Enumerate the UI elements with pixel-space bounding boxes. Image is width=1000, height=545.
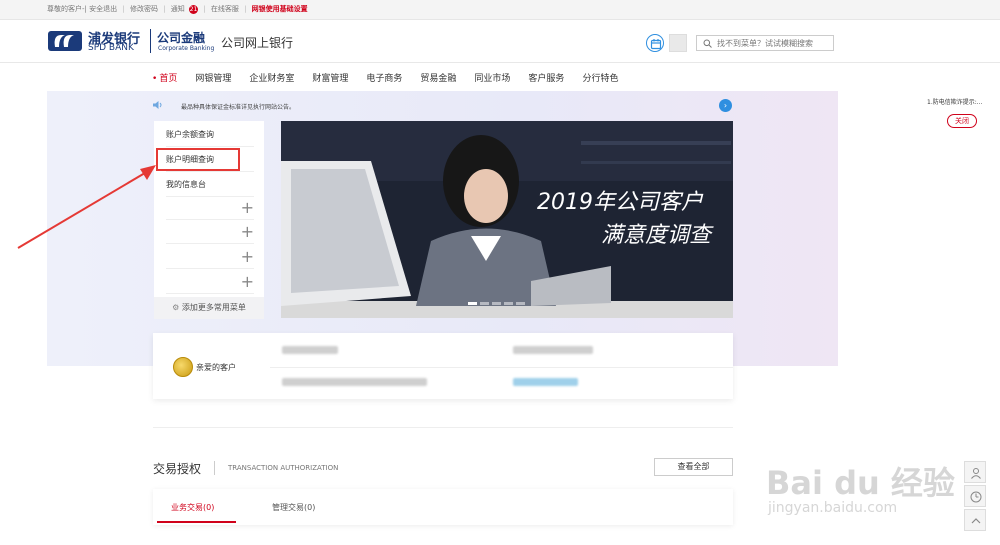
active-tab-indicator [157,521,236,523]
redacted-field [513,378,578,386]
floating-toolbar [964,461,986,533]
carousel-dot[interactable] [480,302,489,305]
nav-item-branch-features[interactable]: 分行特色 [582,71,618,84]
basic-settings-link[interactable]: 网银使用基础设置 [252,4,308,14]
search-box[interactable] [696,35,834,51]
divider: | [244,5,247,13]
notice-count-badge: 21 [189,5,199,14]
history-tool-button[interactable] [964,485,986,507]
watermark: Bai du 经验 jingyan.baidu.com [766,438,955,528]
corporate-label-cn: 公司金融 [157,31,206,45]
info-divider [270,367,733,368]
header-divider [150,29,151,53]
speaker-icon [153,101,162,109]
add-shortcut-icon[interactable]: + [166,245,254,269]
divider: | [122,5,125,13]
user-tool-button[interactable] [964,461,986,483]
header-widget[interactable] [669,34,687,52]
transaction-tabs [153,489,733,525]
section-title-en: TRANSACTION AUTHORIZATION [228,464,339,472]
highlight-box [156,148,240,171]
calendar-button[interactable] [646,34,664,52]
add-more-menu-button[interactable]: ⚙ 添加更多常用菜单 [154,297,264,319]
gear-icon: ⚙ [172,303,180,312]
greeting-text: 尊敬的客户-| [47,5,87,13]
nav-item-trade-finance[interactable]: 贸易金融 [420,71,456,84]
nav-item-interbank-market[interactable]: 同业市场 [474,71,510,84]
nav-item-finance-office[interactable]: 企业财务室 [249,71,294,84]
add-shortcut-icon[interactable]: + [166,196,254,220]
change-password-link[interactable]: 修改密码 [130,4,158,14]
clock-icon [970,491,982,503]
nav-item-ebank-management[interactable]: 网银管理 [195,71,231,84]
banner-title-line2: 满意度调查 [600,223,711,248]
top-bar: 尊敬的客户-| 安全退出 | 修改密码 | 通知 21 | 在线客服 | 网银使… [0,0,1000,20]
tab-management-transactions[interactable]: 管理交易(0) [272,502,315,513]
carousel-dot[interactable] [468,302,477,305]
carousel-dot[interactable] [504,302,513,305]
section-title: 交易授权 [153,462,202,476]
chevron-up-icon [971,518,981,524]
nav-item-ecommerce[interactable]: 电子商务 [366,71,402,84]
online-service-link[interactable]: 在线客服 [211,4,239,14]
main-nav: 首页 网银管理 企业财务室 财富管理 电子商务 贸易金融 同业市场 客户服务 分… [152,71,636,84]
carousel-indicators [468,302,528,305]
search-input[interactable] [717,37,831,49]
banner-title-line1: 2019年公司客户 [537,190,703,215]
notice-link[interactable]: 通知 [171,4,185,14]
add-shortcut-icon[interactable]: + [166,270,254,294]
quick-menu-item-balance[interactable]: 账户余额查询 [166,123,254,147]
divider: | [163,5,166,13]
bank-name-en: SPD BANK [88,43,134,53]
quick-menu-item-info-desk[interactable]: 我的信息台 [166,173,254,197]
avatar [173,357,193,377]
carousel-dot[interactable] [492,302,501,305]
customer-greeting: 亲爱的客户 [196,363,236,372]
nav-item-wealth-management[interactable]: 财富管理 [312,71,348,84]
header-separator [0,62,1000,63]
carousel-dot[interactable] [516,302,525,305]
chevron-right-icon[interactable]: › [719,99,732,112]
spdb-logo-icon [48,31,82,51]
divider: | [203,5,206,13]
site-title: 公司网上银行 [221,36,294,50]
redacted-field [513,346,593,354]
close-button[interactable]: 关闭 [947,114,977,128]
corporate-label-en: Corporate Banking [158,45,215,52]
search-icon [703,39,712,48]
page: 尊敬的客户-| 安全退出 | 修改密码 | 通知 21 | 在线客服 | 网银使… [0,0,1000,545]
back-to-top-button[interactable] [964,509,986,531]
nav-item-customer-service[interactable]: 客户服务 [528,71,564,84]
logout-link[interactable]: 安全退出 [89,4,117,14]
view-all-button[interactable]: 查看全部 [654,458,733,476]
watermark-url: jingyan.baidu.com [768,500,898,516]
title-divider [214,461,215,475]
redacted-field [282,378,427,386]
fraud-notice[interactable]: 1.防电信欺诈提示:... [927,97,982,106]
promo-banner[interactable]: 2019年公司客户 满意度调查 [281,121,733,318]
notice-text[interactable]: 最品种具体保证金标准详见执行网站公告。 [181,102,295,111]
top-links: 尊敬的客户-| 安全退出 | 修改密码 | 通知 21 | 在线客服 | 网银使… [47,4,308,14]
add-more-menu-label: 添加更多常用菜单 [181,303,246,312]
watermark-main: Bai du 经验 [766,464,955,502]
calendar-icon [650,39,662,50]
section-divider [153,427,733,428]
user-icon [971,468,981,479]
customer-info-card [153,333,733,399]
redacted-field [282,346,338,354]
tab-business-transactions[interactable]: 业务交易(0) [171,502,214,513]
nav-item-home[interactable]: 首页 [152,71,177,84]
add-shortcut-icon[interactable]: + [166,220,254,244]
